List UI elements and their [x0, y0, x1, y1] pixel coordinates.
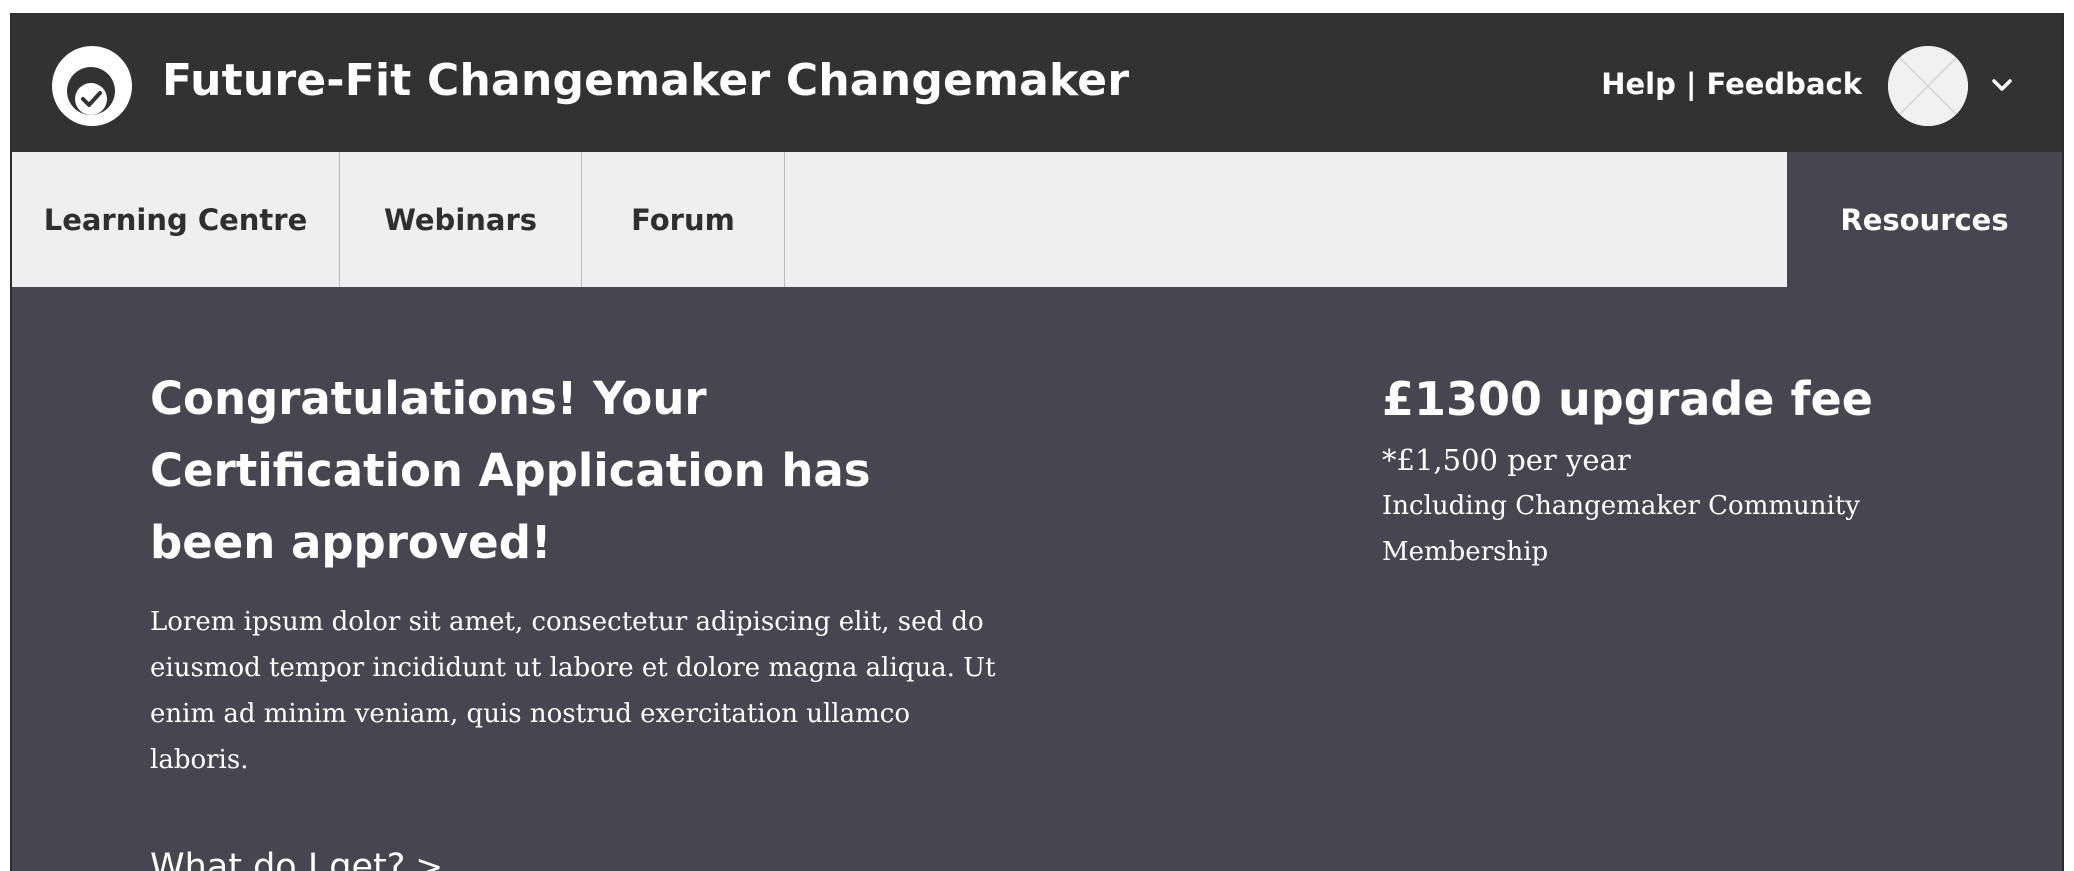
app-title: Future-Fit Changemaker Changemaker — [162, 55, 1130, 106]
tab-learning-centre[interactable]: Learning Centre — [12, 152, 340, 287]
tab-webinars[interactable]: Webinars — [340, 152, 582, 287]
annual-price: *£1,500 per year — [1382, 443, 1631, 477]
chevron-right-icon: > — [415, 847, 443, 871]
badge-check-icon[interactable] — [52, 46, 132, 126]
approval-section: Congratulations! Your Certification Appl… — [150, 363, 1010, 871]
pricing-section: £1300 upgrade fee *£1,500 per year Inclu… — [1382, 363, 1982, 575]
page-title: Congratulations! Your Certification Appl… — [150, 372, 871, 569]
what-do-i-get-label: What do I get? — [150, 847, 406, 871]
header-separator: | — [1685, 67, 1697, 101]
app-frame: Future-Fit Changemaker Changemaker Help |… — [10, 13, 2064, 871]
header-links: Help | Feedback — [1601, 67, 1862, 101]
tab-forum[interactable]: Forum — [582, 152, 785, 287]
top-bar: Future-Fit Changemaker Changemaker Help |… — [12, 13, 2062, 152]
chevron-down-icon[interactable] — [1990, 73, 2014, 97]
avatar-placeholder-icon — [1888, 46, 1968, 126]
tab-resources[interactable]: Resources — [1787, 152, 2062, 287]
main-nav: Learning Centre Webinars Forum Resources — [12, 152, 2062, 287]
feedback-link[interactable]: Feedback — [1706, 67, 1862, 101]
upgrade-fee: £1300 upgrade fee — [1382, 372, 1873, 426]
what-do-i-get-link[interactable]: What do I get? > — [150, 847, 443, 871]
help-link[interactable]: Help — [1601, 67, 1676, 101]
approval-description: Lorem ipsum dolor sit amet, consectetur … — [150, 607, 996, 775]
membership-note: Including Changemaker Community Membersh… — [1382, 491, 1860, 567]
avatar[interactable] — [1888, 46, 1968, 126]
